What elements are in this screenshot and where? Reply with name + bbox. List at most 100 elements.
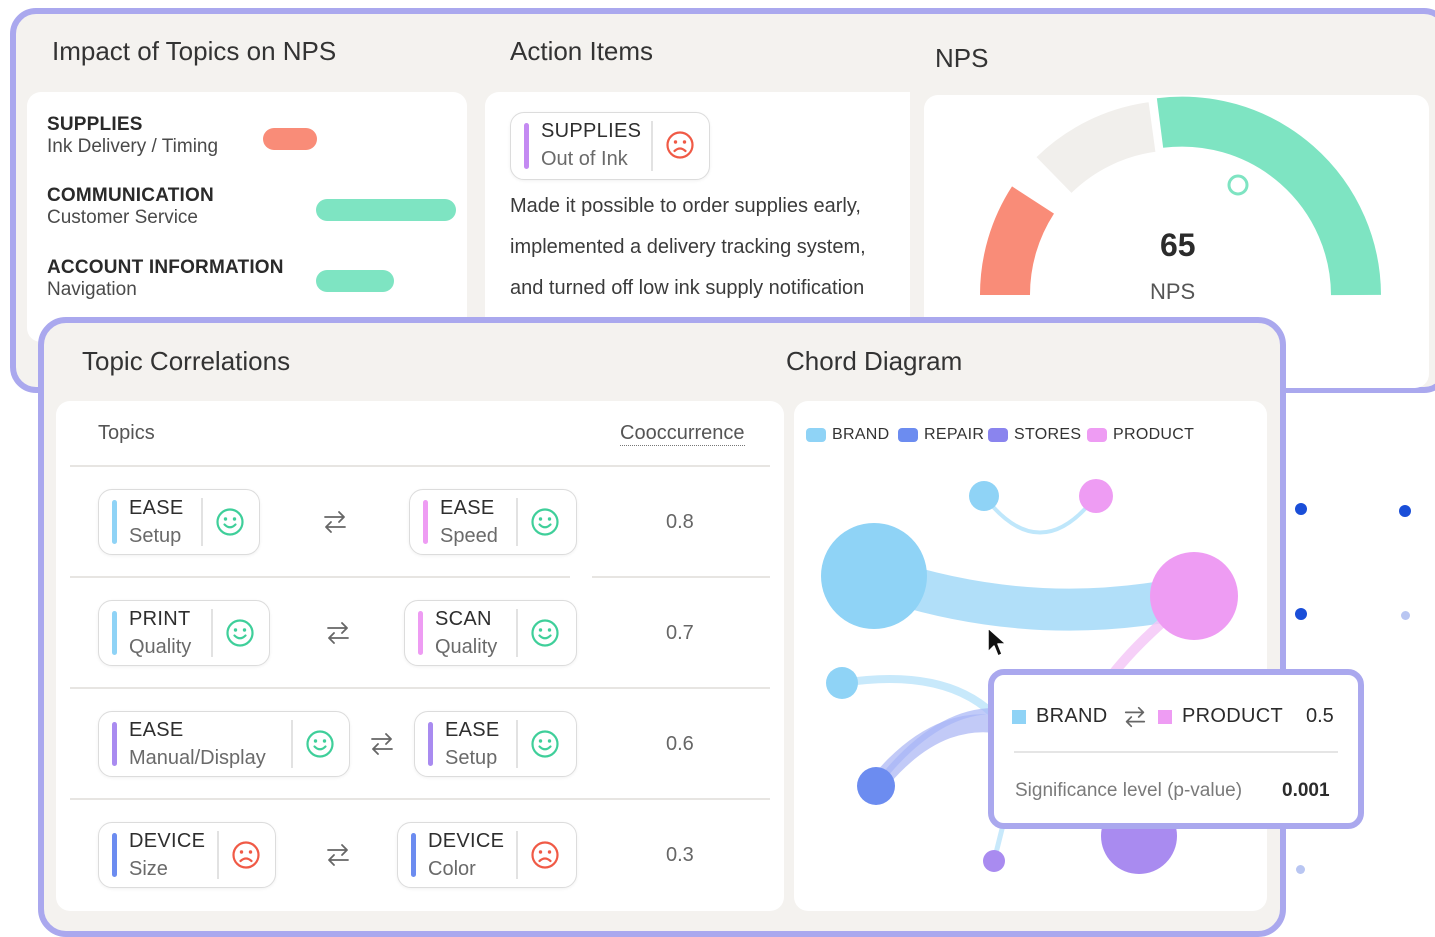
topic-category: EASE: [129, 497, 184, 519]
swap-arrows-icon: [324, 511, 346, 533]
scatter-dot: [1401, 611, 1410, 620]
impact-item-supplies[interactable]: SUPPLIES Ink Delivery / Timing: [47, 114, 218, 158]
cooccurrence-value: 0.3: [666, 844, 694, 866]
cooccurrence-column-header[interactable]: Cooccurrence: [620, 422, 745, 446]
impact-bar-supplies[interactable]: [263, 128, 317, 150]
topic-category: EASE: [129, 719, 184, 741]
tag-divider: [516, 831, 518, 879]
impact-category: COMMUNICATION: [47, 185, 214, 206]
swap-arrows-icon: [327, 622, 349, 644]
topic-tag[interactable]: EASE Manual/Display: [98, 711, 350, 777]
chord-diagram-title: Chord Diagram: [786, 346, 963, 376]
topic-subtopic: Setup: [445, 747, 498, 769]
sad-face-icon: [232, 841, 260, 869]
cooccurrence-value: 0.7: [666, 622, 694, 644]
impact-item-communication[interactable]: COMMUNICATION Customer Service: [47, 185, 214, 229]
scatter-dot: [1296, 865, 1305, 874]
topic-subtopic: Size: [129, 858, 168, 880]
topic-tag[interactable]: EASE Setup: [414, 711, 577, 777]
chord-node-stores-small: [983, 850, 1005, 872]
action-description: Made it possible to order supplies early…: [510, 186, 910, 309]
topic-tag[interactable]: DEVICE Size: [98, 822, 276, 888]
tooltip-sig-label: Significance level (p-value): [1015, 780, 1243, 801]
gauge-passive-segment: [1036, 102, 1157, 194]
action-items-card: SUPPLIES Out of Ink Made it possible to …: [485, 92, 910, 342]
topic-correlations-title: Topic Correlations: [82, 346, 291, 376]
impact-category: SUPPLIES: [47, 114, 143, 135]
nps-label: NPS: [1150, 279, 1196, 304]
topic-category: DEVICE: [129, 830, 206, 852]
cooccurrence-value: 0.8: [666, 511, 694, 533]
sad-face-icon: [531, 841, 559, 869]
topic-tag[interactable]: PRINT Quality: [98, 600, 270, 666]
mouse-cursor-icon: [987, 627, 1007, 657]
topic-subtopic: Out of Ink: [541, 148, 628, 170]
impact-subtopic: Customer Service: [47, 207, 198, 228]
row-divider: [70, 465, 770, 467]
row-divider: [70, 576, 570, 578]
topic-tag[interactable]: DEVICE Color: [397, 822, 577, 888]
impact-subtopic: Ink Delivery / Timing: [47, 136, 219, 157]
chord-link-small: [982, 494, 1098, 535]
impact-category: ACCOUNT INFORMATION: [47, 257, 284, 278]
topic-color-stripe: [112, 500, 117, 544]
chord-graph[interactable]: [794, 401, 1267, 911]
tooltip-topic-a: BRAND: [1036, 705, 1108, 727]
scatter-dot: [1295, 503, 1307, 515]
tag-divider: [651, 121, 653, 171]
topic-tag[interactable]: EASE Setup: [98, 489, 260, 555]
chord-node-product-small: [1079, 479, 1113, 513]
smile-face-icon: [531, 619, 559, 647]
row-divider: [70, 687, 770, 689]
nps-value: 65: [1160, 227, 1196, 263]
topic-tag[interactable]: EASE Speed: [409, 489, 577, 555]
chord-node-brand-2: [826, 667, 858, 699]
tag-divider: [291, 720, 293, 768]
action-text-line: Made it possible to order supplies early…: [510, 195, 861, 217]
tooltip-swatch-a: [1012, 710, 1026, 724]
tooltip-topic-b: PRODUCT: [1182, 705, 1283, 727]
topic-color-stripe: [112, 833, 117, 877]
chord-node-product: [1150, 552, 1238, 640]
cooccurrence-value: 0.6: [666, 733, 694, 755]
topic-subtopic: Quality: [129, 636, 192, 658]
chord-tooltip: BRAND PRODUCT 0.5 Significance level (p-…: [988, 669, 1364, 829]
topics-column-header: Topics: [98, 422, 155, 444]
topic-color-stripe: [112, 611, 117, 655]
tag-divider: [217, 831, 219, 879]
impact-item-account-information[interactable]: ACCOUNT INFORMATION Navigation: [47, 257, 284, 301]
topic-category: SCAN: [435, 608, 492, 630]
tag-divider: [516, 609, 518, 657]
topic-color-stripe: [112, 722, 117, 766]
smile-face-icon: [531, 508, 559, 536]
gauge-marker: [1227, 174, 1249, 196]
tooltip-sig-value: 0.001: [1282, 780, 1330, 801]
nps-title: NPS: [935, 43, 989, 73]
topic-color-stripe: [411, 833, 416, 877]
topic-subtopic: Speed: [440, 525, 498, 547]
topic-tag[interactable]: SCAN Quality: [404, 600, 577, 666]
gauge-promoter-segment: [1156, 96, 1381, 296]
topic-subtopic: Setup: [129, 525, 182, 547]
gauge-detractor-segment: [979, 186, 1055, 296]
impact-bar-communication[interactable]: [316, 199, 456, 221]
chord-node-repair: [857, 767, 895, 805]
smile-face-icon: [226, 619, 254, 647]
tag-divider: [516, 720, 518, 768]
action-topic-tag[interactable]: SUPPLIES Out of Ink: [510, 112, 710, 180]
smile-face-icon: [306, 730, 334, 758]
swap-arrows-icon: [327, 844, 349, 866]
correlations-card: Topics Cooccurrence EASE Setup EASE Spee…: [56, 401, 784, 911]
topic-subtopic: Color: [428, 858, 476, 880]
impact-subtopic: Navigation: [47, 279, 137, 300]
smile-face-icon: [531, 730, 559, 758]
topic-color-stripe: [524, 123, 529, 169]
topic-category: DEVICE: [428, 830, 505, 852]
swap-arrows-icon: [371, 733, 393, 755]
impact-bar-account-information[interactable]: [316, 270, 394, 292]
topic-category: EASE: [445, 719, 500, 741]
tag-divider: [516, 498, 518, 546]
topic-category: SUPPLIES: [541, 120, 642, 142]
row-divider: [70, 798, 770, 800]
scatter-dot: [1399, 505, 1411, 517]
